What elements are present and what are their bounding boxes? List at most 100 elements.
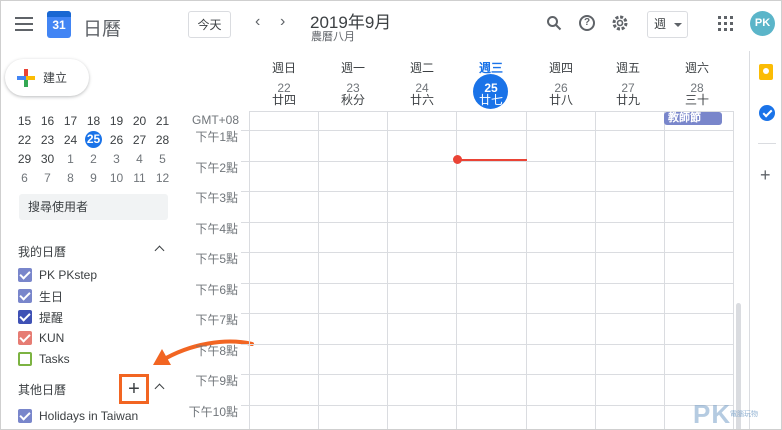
grid-line <box>249 374 733 375</box>
mini-calendar-day[interactable]: 30 <box>36 152 59 166</box>
mini-calendar-day[interactable]: 8 <box>59 171 82 185</box>
mini-calendar-day-cell: 4 <box>128 152 151 166</box>
grid-line <box>249 283 733 284</box>
chevron-up-icon[interactable] <box>154 383 165 394</box>
mini-calendar-day[interactable]: 21 <box>151 114 174 128</box>
calendar-checkbox[interactable] <box>18 310 32 324</box>
chevron-up-icon[interactable] <box>154 245 165 256</box>
calendar-checkbox[interactable] <box>18 409 32 423</box>
mini-calendar-day-cell: 28 <box>151 133 174 147</box>
hour-tick <box>241 283 249 284</box>
mini-calendar-day-cell: 7 <box>36 171 59 185</box>
day-column-header[interactable]: 週日 22 廿四 <box>250 59 318 106</box>
day-column-header[interactable]: 週四 26 廿八 <box>527 59 595 106</box>
mini-calendar-day[interactable]: 17 <box>59 114 82 128</box>
tasks-icon[interactable] <box>759 105 775 121</box>
calendar-list-item[interactable]: PK PKstep <box>18 266 97 284</box>
mini-calendar-day[interactable]: 10 <box>105 171 128 185</box>
mini-calendar-day[interactable]: 1 <box>59 152 82 166</box>
next-week-icon[interactable]: › <box>280 13 285 31</box>
calendar-checkbox[interactable] <box>18 352 32 366</box>
mini-calendar-day[interactable]: 20 <box>128 114 151 128</box>
day-column-header[interactable]: 週一 23 秋分 <box>319 59 387 106</box>
avatar[interactable]: PK <box>750 11 775 36</box>
mini-calendar-day-cell: 6 <box>13 171 36 185</box>
day-name: 週二 <box>409 61 434 75</box>
mini-calendar-day[interactable]: 6 <box>13 171 36 185</box>
calendar-list-item[interactable]: KUN <box>18 329 64 347</box>
grid-line <box>249 111 250 429</box>
calendar-label: 提醒 <box>39 310 64 325</box>
add-addon-icon[interactable]: + <box>760 165 771 186</box>
day-column-header[interactable]: 週三 25 廿七 <box>457 59 525 109</box>
hour-tick <box>241 313 249 314</box>
day-lunar-date: 廿四 <box>271 93 296 107</box>
grid-line <box>249 130 733 131</box>
day-column-header[interactable]: 週五 27 廿九 <box>594 59 662 106</box>
today-button[interactable]: 今天 <box>188 11 231 38</box>
grid-line <box>733 111 734 429</box>
mini-calendar-day[interactable]: 23 <box>36 133 59 147</box>
mini-calendar-day[interactable]: 7 <box>36 171 59 185</box>
day-lunar-date: 秋分 <box>340 93 365 107</box>
mini-calendar-day[interactable]: 16 <box>36 114 59 128</box>
my-calendars-title[interactable]: 我的日曆 <box>18 243 66 260</box>
gear-icon[interactable] <box>611 14 629 32</box>
day-name: 週日 <box>271 61 296 75</box>
hour-tick <box>241 191 249 192</box>
add-other-calendar-button[interactable]: + <box>119 374 149 404</box>
hamburger-menu-icon[interactable] <box>15 17 33 31</box>
mini-calendar-day[interactable]: 4 <box>128 152 151 166</box>
mini-calendar-day[interactable]: 9 <box>82 171 105 185</box>
previous-week-icon[interactable]: ‹ <box>255 13 260 31</box>
mini-calendar-day[interactable]: 2 <box>82 152 105 166</box>
mini-calendar-day[interactable]: 19 <box>105 114 128 128</box>
mini-calendar-day[interactable]: 27 <box>128 133 151 147</box>
calendar-list-item[interactable]: 生日 <box>18 287 63 305</box>
calendar-list-item[interactable]: 提醒 <box>18 308 63 326</box>
calendar-checkbox[interactable] <box>18 268 32 282</box>
mini-calendar-day[interactable]: 18 <box>82 114 105 128</box>
calendar-label: Tasks <box>39 352 70 366</box>
mini-calendar-day-cell: 23 <box>36 133 59 147</box>
mini-calendar-day-cell: 12 <box>151 171 174 185</box>
day-lunar-date: 廿八 <box>548 93 573 107</box>
view-mode-select[interactable]: 週 <box>647 11 688 38</box>
calendar-label: 生日 <box>39 289 64 304</box>
mini-calendar-day[interactable]: 5 <box>151 152 174 166</box>
search-users-input[interactable]: 搜尋使用者 <box>19 194 168 220</box>
calendar-checkbox[interactable] <box>18 331 32 345</box>
mini-calendar-day[interactable]: 26 <box>105 133 128 147</box>
colored-plus-icon <box>17 68 35 87</box>
mini-calendar-day[interactable]: 28 <box>151 133 174 147</box>
hour-tick <box>241 405 249 406</box>
day-column-header[interactable]: 週六 28 三十 <box>663 59 731 106</box>
lunar-month-title: 農曆八月 <box>311 31 355 43</box>
chevron-down-icon <box>674 23 682 27</box>
hour-label: 下午4點 <box>195 222 238 236</box>
keep-icon[interactable] <box>759 64 773 80</box>
mini-calendar-day[interactable]: 24 <box>59 133 82 147</box>
calendar-list-item[interactable]: Holidays in Taiwan <box>18 407 138 425</box>
create-button[interactable]: 建立 <box>5 59 89 96</box>
mini-calendar-day[interactable]: 22 <box>13 133 36 147</box>
all-day-event-chip[interactable]: 教師節 <box>664 112 722 125</box>
help-icon[interactable]: ? <box>579 15 595 31</box>
calendar-checkbox[interactable] <box>18 289 32 303</box>
other-calendars-title[interactable]: 其他日曆 <box>18 381 66 398</box>
apps-grid-icon[interactable] <box>718 16 733 31</box>
mini-calendar-day[interactable]: 29 <box>13 152 36 166</box>
search-icon[interactable] <box>546 15 562 31</box>
mini-calendar-day-cell: 27 <box>128 133 151 147</box>
view-mode-label: 週 <box>654 17 667 31</box>
mini-calendar-day[interactable]: 3 <box>105 152 128 166</box>
mini-calendar-day-cell: 10 <box>105 171 128 185</box>
mini-calendar-day[interactable]: 12 <box>151 171 174 185</box>
mini-calendar-day[interactable]: 15 <box>13 114 36 128</box>
grid-line <box>595 111 596 429</box>
day-column-header[interactable]: 週二 24 廿六 <box>388 59 456 106</box>
mini-calendar-today[interactable]: 25 <box>85 131 102 148</box>
calendar-logo-icon: 31 <box>47 11 71 38</box>
mini-calendar-day[interactable]: 11 <box>128 171 151 185</box>
calendar-list-item[interactable]: Tasks <box>18 350 70 368</box>
